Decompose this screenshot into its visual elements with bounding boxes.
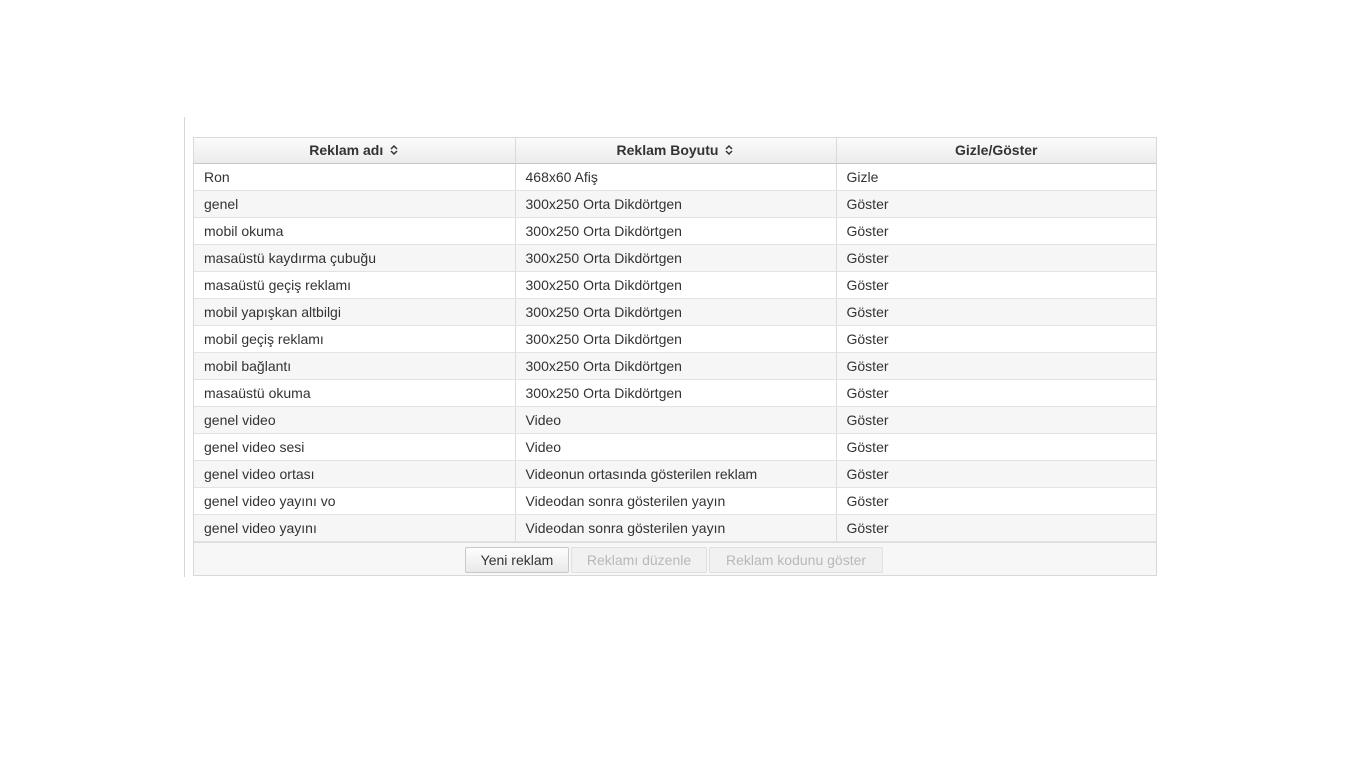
cell-ad-name: genel video ortası: [194, 460, 516, 488]
cell-ad-name: genel video yayını vo: [194, 487, 516, 515]
cell-visibility: Göster: [836, 298, 1156, 326]
table-row[interactable]: genel video yayını vo Videodan sonra göst…: [194, 487, 1156, 515]
cell-visibility: Göster: [836, 352, 1156, 380]
cell-ad-size: 300x250 Orta Dikdörtgen: [515, 352, 837, 380]
cell-visibility: Göster: [836, 190, 1156, 218]
cell-visibility: Göster: [836, 406, 1156, 434]
grid-toolbar: Yeni reklam Reklamı düzenle Reklam kodun…: [194, 542, 1156, 575]
table-row[interactable]: masaüstü okuma 300x250 Orta Dikdörtgen Gös…: [194, 379, 1156, 407]
table-row[interactable]: genel video yayını Videodan sonra gösteri…: [194, 514, 1156, 542]
cell-ad-name: masaüstü kaydırma çubuğu: [194, 244, 516, 272]
cell-ad-size: Videodan sonra gösterilen yayın: [515, 514, 837, 542]
table-header-row: Reklam adı Reklam Boyutu Gizle/Göster: [194, 138, 1156, 164]
cell-ad-size: 300x250 Orta Dikdörtgen: [515, 190, 837, 218]
cell-visibility: Göster: [836, 244, 1156, 272]
cell-ad-name: mobil geçiş reklamı: [194, 325, 516, 353]
table-row[interactable]: masaüstü kaydırma çubuğu 300x250 Orta Dik…: [194, 244, 1156, 272]
cell-visibility: Göster: [836, 271, 1156, 299]
cell-ad-name: genel video yayını: [194, 514, 516, 542]
cell-ad-size: 300x250 Orta Dikdörtgen: [515, 217, 837, 245]
table-row[interactable]: masaüstü geçiş reklamı 300x250 Orta Dikdö…: [194, 271, 1156, 299]
column-header-label: Reklam adı: [309, 142, 384, 159]
cell-ad-size: 300x250 Orta Dikdörtgen: [515, 325, 837, 353]
table-row[interactable]: genel video sesi Video Göster: [194, 433, 1156, 461]
cell-ad-size: 300x250 Orta Dikdörtgen: [515, 271, 837, 299]
column-header-label: Gizle/Göster: [955, 142, 1038, 159]
table-row[interactable]: mobil geçiş reklamı 300x250 Orta Dikdörtg…: [194, 325, 1156, 353]
column-header-ad-name[interactable]: Reklam adı: [194, 138, 516, 164]
cell-ad-size: 300x250 Orta Dikdörtgen: [515, 379, 837, 407]
cell-ad-name: masaüstü okuma: [194, 379, 516, 407]
cell-ad-size: 300x250 Orta Dikdörtgen: [515, 244, 837, 272]
cell-ad-size: 300x250 Orta Dikdörtgen: [515, 298, 837, 326]
cell-visibility: Gizle: [836, 163, 1156, 191]
cell-ad-name: mobil yapışkan altbilgi: [194, 298, 516, 326]
cell-ad-name: genel: [194, 190, 516, 218]
table-row[interactable]: mobil okuma 300x250 Orta Dikdörtgen Göster: [194, 217, 1156, 245]
cell-visibility: Göster: [836, 325, 1156, 353]
table-row[interactable]: genel 300x250 Orta Dikdörtgen Göster: [194, 190, 1156, 218]
new-ad-button[interactable]: Yeni reklam: [465, 547, 569, 573]
table-row[interactable]: genel video Video Göster: [194, 406, 1156, 434]
cell-ad-size: Videodan sonra gösterilen yayın: [515, 487, 837, 515]
cell-ad-size: 468x60 Afiş: [515, 163, 837, 191]
sort-icon: [390, 145, 398, 156]
cell-visibility: Göster: [836, 460, 1156, 488]
cell-visibility: Göster: [836, 217, 1156, 245]
ads-table: Reklam adı Reklam Boyutu Gizle/Göster Ro…: [194, 138, 1156, 542]
cell-ad-size: Videonun ortasında gösterilen reklam: [515, 460, 837, 488]
ads-grid-panel: Reklam adı Reklam Boyutu Gizle/Göster Ro…: [193, 137, 1157, 576]
sort-icon: [725, 145, 733, 156]
cell-ad-name: genel video: [194, 406, 516, 434]
cell-visibility: Göster: [836, 487, 1156, 515]
cell-visibility: Göster: [836, 433, 1156, 461]
table-row[interactable]: genel video ortası Videonun ortasında gös…: [194, 460, 1156, 488]
table-row[interactable]: Ron 468x60 Afiş Gizle: [194, 163, 1156, 191]
table-row[interactable]: mobil yapışkan altbilgi 300x250 Orta Dikd…: [194, 298, 1156, 326]
show-ad-code-button[interactable]: Reklam kodunu göster: [709, 547, 883, 573]
cell-ad-size: Video: [515, 433, 837, 461]
cell-ad-name: Ron: [194, 163, 516, 191]
cell-visibility: Göster: [836, 379, 1156, 407]
column-header-label: Reklam Boyutu: [616, 142, 719, 159]
cell-ad-name: genel video sesi: [194, 433, 516, 461]
column-header-ad-size[interactable]: Reklam Boyutu: [515, 138, 837, 164]
table-row[interactable]: mobil bağlantı 300x250 Orta Dikdörtgen Gös…: [194, 352, 1156, 380]
cell-visibility: Göster: [836, 514, 1156, 542]
cell-ad-size: Video: [515, 406, 837, 434]
cell-ad-name: mobil okuma: [194, 217, 516, 245]
cell-ad-name: masaüstü geçiş reklamı: [194, 271, 516, 299]
cell-ad-name: mobil bağlantı: [194, 352, 516, 380]
vertical-divider: [184, 117, 185, 577]
column-header-visibility: Gizle/Göster: [836, 138, 1156, 164]
edit-ad-button[interactable]: Reklamı düzenle: [571, 547, 707, 573]
